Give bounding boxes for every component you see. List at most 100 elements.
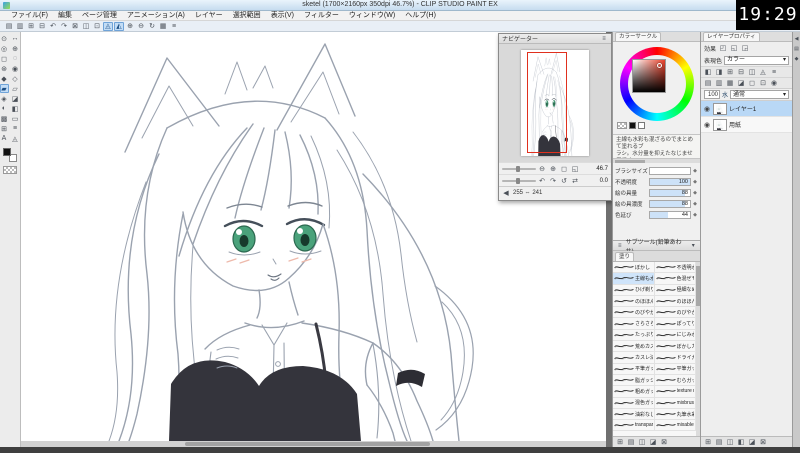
panel-menu-icon[interactable]: ≡ bbox=[600, 35, 608, 43]
brush-item[interactable]: ひげ剃りハイライト bbox=[613, 284, 655, 296]
brush-item[interactable]: むらガッシュ bbox=[654, 374, 696, 387]
brush-item[interactable]: のびやか太筆 bbox=[654, 307, 696, 319]
menu-item[interactable]: アニメーション(A) bbox=[122, 11, 190, 21]
brush-item[interactable]: 平筆ガッシュ細 bbox=[613, 363, 655, 375]
fit-to-window-icon[interactable]: ◱ bbox=[570, 164, 580, 173]
brush-item[interactable]: ぽってり水彩 bbox=[654, 318, 696, 330]
pencil-tool-icon[interactable]: ◇ bbox=[11, 74, 20, 83]
layer-move-tool-icon[interactable]: ⊕ bbox=[11, 44, 20, 53]
flip-horizontal-icon[interactable]: ⇄ bbox=[570, 176, 580, 185]
param-slider[interactable]: 88 bbox=[649, 188, 691, 197]
reference-layer-icon[interactable]: ◫ bbox=[747, 68, 757, 77]
hue-ring[interactable] bbox=[620, 47, 694, 121]
decoration-tool-icon[interactable]: ◈ bbox=[0, 94, 9, 103]
param-slider[interactable]: 88 bbox=[649, 199, 691, 208]
new-raster-layer-icon[interactable]: ▤ bbox=[703, 79, 713, 88]
zoom-out-icon[interactable]: ⊖ bbox=[136, 22, 146, 31]
duplicate-subtool-icon[interactable]: ◫ bbox=[637, 438, 647, 447]
zoom-100-icon[interactable]: ◻ bbox=[559, 164, 569, 173]
brush-item[interactable]: 粗めガッシュS bbox=[613, 386, 655, 398]
brush-item[interactable]: 不透明水彩(つ) bbox=[654, 262, 696, 274]
menu-item[interactable]: ヘルプ(H) bbox=[400, 11, 441, 21]
menu-item[interactable]: ファイル(F) bbox=[6, 11, 53, 21]
param-indicator-icon[interactable]: ◆ bbox=[692, 190, 698, 196]
clipping-icon[interactable]: ◨ bbox=[714, 68, 724, 77]
param-slider[interactable] bbox=[649, 166, 691, 175]
new-group-icon[interactable]: ▤ bbox=[626, 438, 636, 447]
grid-icon[interactable]: ▦ bbox=[158, 22, 168, 31]
brush-item[interactable]: ぼかし bbox=[613, 262, 655, 274]
layer-opacity-field[interactable]: 100 bbox=[704, 90, 720, 99]
navigator-thumbnail-area[interactable] bbox=[499, 44, 611, 162]
menu-item[interactable]: 表示(V) bbox=[266, 11, 299, 21]
layer-item[interactable]: ◉ レイヤー1 bbox=[701, 101, 792, 117]
ruler-tool-icon[interactable]: ≡ bbox=[11, 124, 20, 133]
eraser-toggle-icon[interactable]: ◪ bbox=[648, 438, 658, 447]
new-layer-icon[interactable]: ⊞ bbox=[703, 438, 713, 447]
brush-item[interactable]: たっぷり水彩 bbox=[613, 329, 655, 342]
brush-item[interactable]: mixbrush round bbox=[654, 397, 696, 409]
save-icon[interactable]: ⊞ bbox=[26, 22, 36, 31]
delete-icon[interactable]: ⊠ bbox=[70, 22, 80, 31]
panel-menu-icon[interactable]: ≡ bbox=[616, 242, 624, 250]
saturation-value-square[interactable] bbox=[632, 59, 666, 93]
figure-tool-icon[interactable]: ▭ bbox=[11, 114, 20, 123]
expression-color-select[interactable]: カラー ▾ bbox=[724, 55, 789, 65]
main-menu-icon[interactable]: ≡ bbox=[169, 22, 179, 31]
color-swatches[interactable] bbox=[0, 146, 20, 164]
brush-item[interactable]: ぼかしカスレ bbox=[654, 341, 696, 353]
brush-item[interactable]: texture round bbox=[654, 386, 696, 398]
menu-item[interactable]: レイヤー bbox=[190, 11, 228, 21]
layer-visibility-icon[interactable]: ◉ bbox=[703, 121, 711, 129]
color-cursor[interactable] bbox=[657, 63, 662, 68]
operation-tool-icon[interactable]: ◎ bbox=[0, 44, 9, 53]
border-effect-icon[interactable]: ◰ bbox=[718, 44, 728, 53]
navigator-view-rect[interactable] bbox=[527, 52, 567, 153]
eraser-tool-icon[interactable]: ◪ bbox=[11, 94, 20, 103]
zoom-out-icon[interactable]: ⊖ bbox=[537, 164, 547, 173]
fill-tool-icon[interactable]: ◧ bbox=[11, 104, 20, 113]
brush-item[interactable]: 極細なめらか水彩 bbox=[654, 284, 696, 296]
menu-item[interactable]: ウィンドウ(W) bbox=[344, 11, 400, 21]
param-indicator-icon[interactable]: ◆ bbox=[692, 168, 698, 174]
brush-item[interactable]: 平筆ガッシュ太 bbox=[654, 363, 696, 375]
extract-line-icon[interactable]: ◲ bbox=[740, 44, 750, 53]
speaker-icon[interactable]: ◀ bbox=[502, 188, 510, 197]
brush-item[interactable]: 主線も水彩も混ざり bbox=[613, 273, 655, 285]
reset-rotation-icon[interactable]: ↺ bbox=[559, 176, 569, 185]
brush-item[interactable]: mixable bbox=[654, 420, 696, 432]
snap-grid-icon[interactable]: ◭ bbox=[114, 21, 124, 31]
navigator-page-thumbnail[interactable] bbox=[521, 50, 589, 156]
text-tool-icon[interactable]: A bbox=[0, 134, 9, 143]
layer-thumbnail[interactable] bbox=[713, 118, 727, 131]
combine-layer-icon[interactable]: ◻ bbox=[747, 79, 757, 88]
new-canvas-icon[interactable]: ▤ bbox=[4, 22, 14, 31]
layer-mask-create-icon[interactable]: ◪ bbox=[747, 438, 757, 447]
delete-subtool-icon[interactable]: ⊠ bbox=[659, 438, 669, 447]
param-slider[interactable]: 44 bbox=[649, 210, 691, 219]
zoom-in-icon[interactable]: ⊕ bbox=[125, 22, 135, 31]
param-indicator-icon[interactable]: ◆ bbox=[692, 212, 698, 218]
eyedropper-tool-icon[interactable]: ◉ bbox=[11, 64, 20, 73]
new-vector-layer-icon[interactable]: ▥ bbox=[714, 79, 724, 88]
layer-menu-icon[interactable]: ≡ bbox=[769, 68, 779, 77]
lasso-tool-icon[interactable]: ◌ bbox=[11, 54, 20, 63]
blend-mode-select[interactable]: 通常 ▾ bbox=[730, 90, 789, 99]
dock-expand-icon[interactable]: ◀ bbox=[793, 35, 800, 42]
param-indicator-icon[interactable]: ◆ bbox=[692, 201, 698, 207]
rotate-left-icon[interactable]: ↶ bbox=[537, 176, 547, 185]
layer-thumbnail[interactable] bbox=[713, 102, 727, 115]
pen-tool-icon[interactable]: ◆ bbox=[0, 74, 9, 83]
brush-tool-icon[interactable]: ▰ bbox=[0, 84, 9, 93]
title-bar[interactable]: sketel (1700×2160px 350dpi 46.7%) - CLIP… bbox=[0, 0, 800, 11]
paste-icon[interactable]: ⊡ bbox=[92, 22, 102, 31]
undo-icon[interactable]: ↶ bbox=[48, 22, 58, 31]
zoom-in-icon[interactable]: ⊕ bbox=[548, 164, 558, 173]
save-all-icon[interactable]: ⊟ bbox=[37, 22, 47, 31]
blend-tool-icon[interactable]: ◐ bbox=[0, 104, 9, 113]
transfer-layer-icon[interactable]: ◪ bbox=[736, 79, 746, 88]
tool-property-scrollbar[interactable] bbox=[613, 158, 700, 163]
delete-layer-icon[interactable]: ⊠ bbox=[758, 438, 768, 447]
brush-item[interactable]: 混色ガッシュ bbox=[613, 397, 655, 409]
new-folder-icon[interactable]: ▦ bbox=[725, 79, 735, 88]
